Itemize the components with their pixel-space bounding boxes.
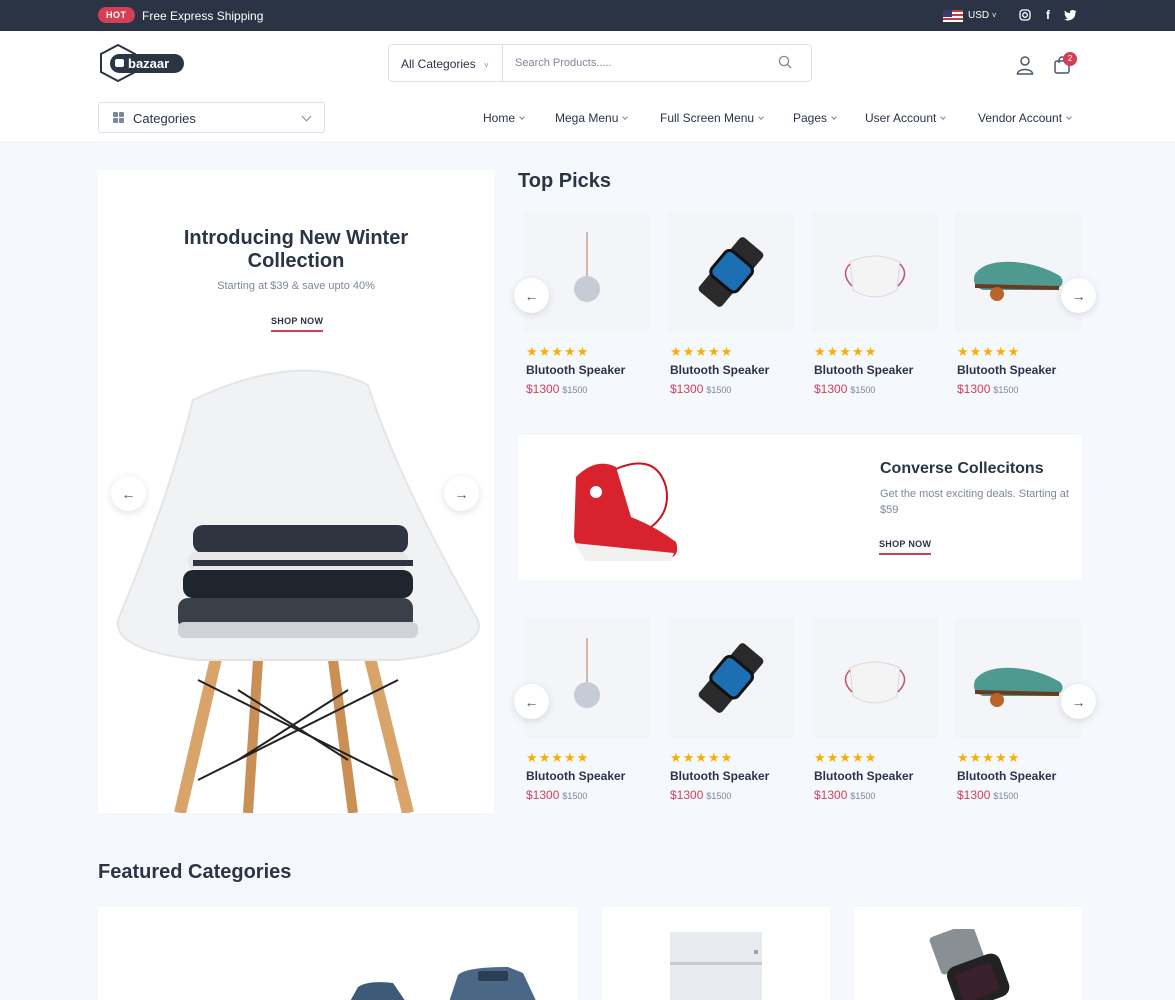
products-row2-prev-button[interactable]: ← [514, 684, 549, 719]
hero-subtitle: Starting at $39 & save upto 40% [217, 280, 375, 292]
products-row2-next-button[interactable]: → [1061, 684, 1096, 719]
product-name: Blutooth Speaker [670, 363, 770, 377]
top-picks-prev-button[interactable]: ← [514, 278, 549, 313]
star-rating: ★★★★★ [526, 750, 590, 765]
nav-pages[interactable]: Pages [793, 111, 837, 125]
currency-selector[interactable]: USD ˅ [968, 10, 997, 21]
featured-category-card[interactable] [854, 907, 1082, 1000]
star-rating: ★★★★★ [957, 344, 1021, 359]
instagram-icon[interactable] [1018, 8, 1032, 22]
chair-image [116, 369, 480, 813]
bazaar-logo[interactable]: bazaar [98, 44, 188, 82]
star-rating: ★★★★★ [814, 344, 878, 359]
us-flag-icon[interactable] [943, 10, 963, 22]
product-name: Blutooth Speaker [957, 769, 1057, 783]
product-old-price: $1500 [706, 791, 732, 801]
product-price: $1300 [526, 788, 560, 802]
product-image [524, 618, 650, 738]
search-icon[interactable] [778, 55, 792, 69]
product-card[interactable]: ★★★★★ Blutooth Speaker $1300 $1500 [955, 618, 1081, 802]
product-card[interactable]: ★★★★★ Blutooth Speaker $1300 $1500 [812, 618, 938, 802]
product-name: Blutooth Speaker [814, 363, 914, 377]
star-rating: ★★★★★ [526, 344, 590, 359]
shipping-text: Free Express Shipping [142, 9, 264, 23]
hero-next-button[interactable]: → [444, 476, 479, 511]
banner-subtitle: Get the most exciting deals. Starting at… [880, 488, 1069, 516]
user-icon[interactable] [1016, 55, 1034, 75]
site-header: bazaar All Categories ˅ 2 Categories Hom… [0, 31, 1175, 141]
product-card[interactable]: ★★★★★ Blutooth Speaker $1300 $1500 [668, 618, 794, 802]
product-price: $1300 [670, 788, 704, 802]
hero-title: Introducing New Winter Collection [183, 227, 409, 272]
product-name: Blutooth Speaker [526, 363, 626, 377]
product-name: Blutooth Speaker [957, 363, 1057, 377]
product-old-price: $1500 [993, 791, 1019, 801]
camera-image [350, 967, 536, 1000]
product-image [668, 618, 794, 738]
product-old-price: $1500 [850, 791, 876, 801]
product-old-price: $1500 [562, 791, 588, 801]
product-old-price: $1500 [562, 385, 588, 395]
product-old-price: $1500 [706, 385, 732, 395]
twitter-icon[interactable] [1063, 8, 1077, 22]
red-sneaker-image [574, 462, 678, 561]
nav-full-screen-menu[interactable]: Full Screen Menu [660, 111, 764, 125]
star-rating: ★★★★★ [957, 750, 1021, 765]
product-image [812, 212, 938, 332]
cart-count-badge: 2 [1063, 52, 1077, 66]
categories-label: Categories [133, 111, 196, 126]
grid-icon [113, 112, 124, 123]
product-price: $1300 [670, 382, 704, 396]
product-old-price: $1500 [850, 385, 876, 395]
product-card[interactable]: ★★★★★ Blutooth Speaker $1300 $1500 [955, 212, 1081, 396]
product-card[interactable]: ★★★★★ Blutooth Speaker $1300 $1500 [668, 212, 794, 396]
logo-text: bazaar [110, 54, 184, 73]
star-rating: ★★★★★ [670, 750, 734, 765]
nav-mega-menu[interactable]: Mega Menu [555, 111, 629, 125]
star-rating: ★★★★★ [670, 344, 734, 359]
product-price: $1300 [526, 382, 560, 396]
hero-prev-button[interactable]: ← [111, 476, 146, 511]
search-bar: All Categories ˅ [388, 44, 812, 82]
top-bar: HOT Free Express Shipping USD ˅ f [0, 0, 1175, 31]
banner-title: Converse Collecitons [880, 460, 1044, 477]
console-image [670, 932, 762, 1000]
nav-home[interactable]: Home [483, 111, 525, 125]
search-category-select[interactable]: All Categories ˅ [389, 45, 503, 81]
banner-shop-now-link[interactable]: SHOP NOW [879, 539, 932, 555]
converse-banner: Converse Collecitons Get the most exciti… [518, 435, 1082, 580]
product-image [955, 212, 1081, 332]
product-image [668, 212, 794, 332]
top-picks-next-button[interactable]: → [1061, 278, 1096, 313]
hero-shop-now-link[interactable]: SHOP NOW [271, 316, 324, 332]
product-image [812, 618, 938, 738]
product-price: $1300 [957, 788, 991, 802]
product-image [524, 212, 650, 332]
hot-badge: HOT [98, 7, 135, 23]
featured-category-card[interactable] [98, 907, 578, 1000]
product-old-price: $1500 [993, 385, 1019, 395]
product-name: Blutooth Speaker [814, 769, 914, 783]
product-price: $1300 [814, 382, 848, 396]
product-price: $1300 [814, 788, 848, 802]
star-rating: ★★★★★ [814, 750, 878, 765]
categories-dropdown[interactable]: Categories [98, 102, 325, 133]
nav-vendor-account[interactable]: Vendor Account [978, 111, 1072, 125]
facebook-icon[interactable]: f [1041, 8, 1055, 22]
featured-category-card[interactable] [602, 907, 830, 1000]
smartwatch-image [929, 929, 1010, 1000]
product-image [955, 618, 1081, 738]
search-input[interactable] [515, 53, 765, 73]
product-name: Blutooth Speaker [670, 769, 770, 783]
product-card[interactable]: ★★★★★ Blutooth Speaker $1300 $1500 [812, 212, 938, 396]
featured-categories-title: Featured Categories [98, 861, 292, 883]
chevron-down-icon [301, 111, 312, 122]
top-picks-title: Top Picks [518, 170, 611, 192]
hero-carousel: Introducing New Winter Collection Starti… [98, 170, 494, 813]
product-name: Blutooth Speaker [526, 769, 626, 783]
product-price: $1300 [957, 382, 991, 396]
nav-user-account[interactable]: User Account [865, 111, 947, 125]
